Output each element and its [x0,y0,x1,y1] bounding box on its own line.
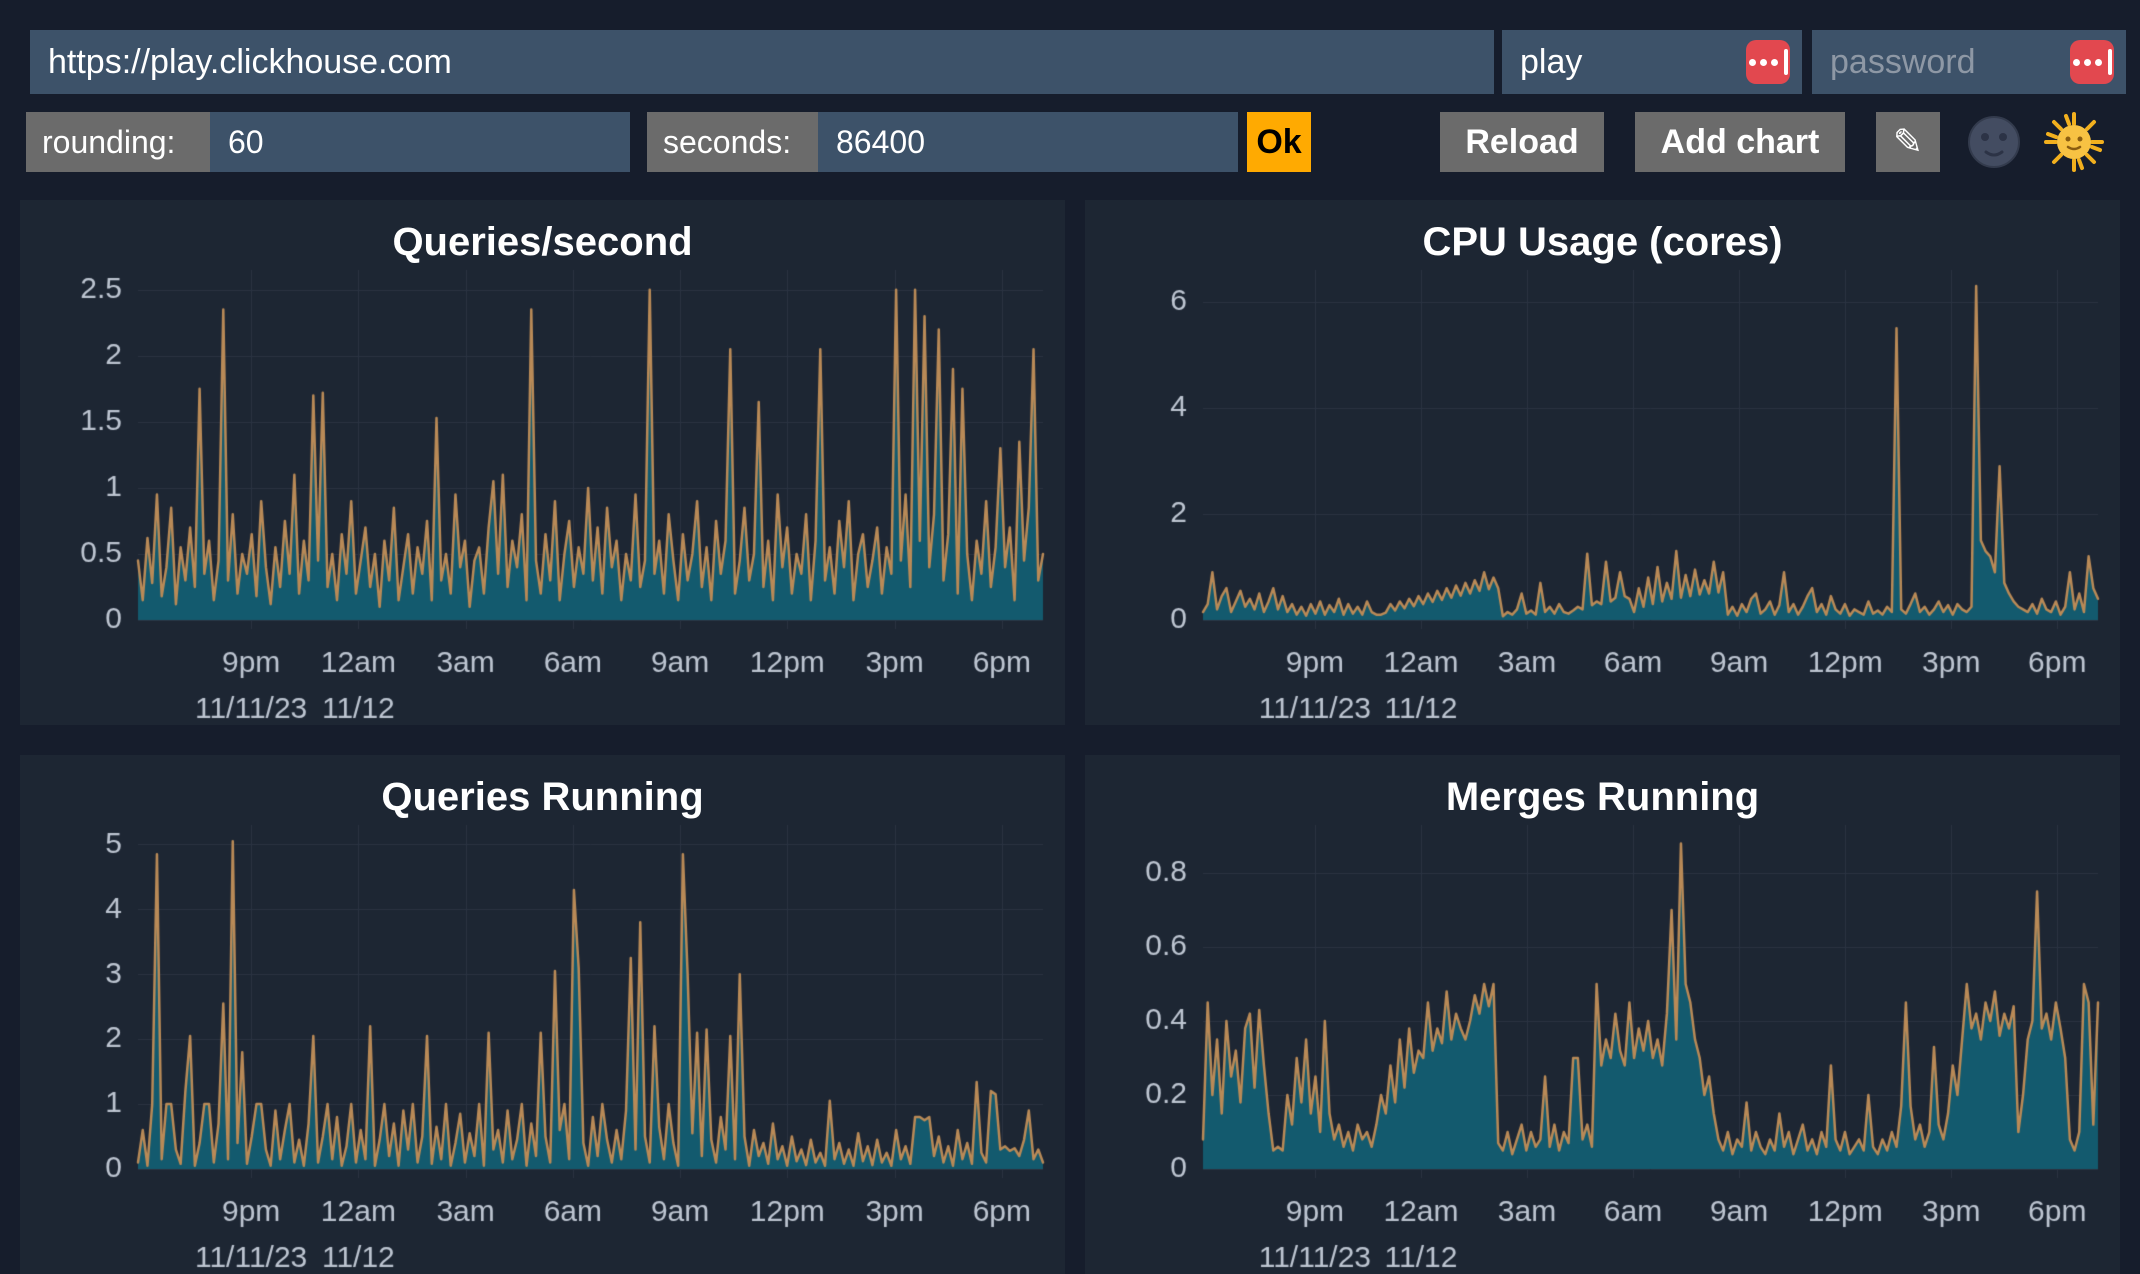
chart-canvas-queries-running[interactable] [20,755,1065,1274]
password-manager-autofill-icon[interactable] [2070,40,2114,84]
url-input[interactable] [30,30,1494,94]
rounding-label: rounding: [26,112,210,172]
reload-button[interactable]: Reload [1440,112,1604,172]
ok-button[interactable]: Ok [1247,112,1311,172]
dot-icon [2073,59,2080,66]
moon-face-icon [1966,114,2022,170]
seconds-input[interactable] [818,112,1238,172]
dark-theme-button[interactable] [1966,114,2022,170]
light-theme-button[interactable] [2044,112,2104,172]
chart-canvas-cpu-usage[interactable] [1085,200,2120,725]
chart-canvas-queries-per-second[interactable] [20,200,1065,725]
dot-icon [1749,59,1756,66]
chart-card-cpu-usage: CPU Usage (cores) [1085,200,2120,725]
chart-card-merges-running: Merges Running [1085,755,2120,1274]
dot-icon [2084,59,2091,66]
caret-icon [1784,49,1788,75]
dot-icon [1760,59,1767,66]
chart-canvas-merges-running[interactable] [1085,755,2120,1274]
sun-face-icon [2044,112,2104,172]
dashboard-page: rounding: seconds: Ok Reload Add chart ✎ [0,0,2140,1274]
chart-card-queries-running: Queries Running [20,755,1065,1274]
rounding-input[interactable] [210,112,630,172]
dot-icon [1771,59,1778,66]
dot-icon [2095,59,2102,66]
seconds-label: seconds: [647,112,818,172]
edit-charts-button[interactable]: ✎ [1876,112,1940,172]
add-chart-button[interactable]: Add chart [1635,112,1845,172]
pencil-icon: ✎ [1893,121,1923,163]
caret-icon [2108,49,2112,75]
chart-card-queries-per-second: Queries/second [20,200,1065,725]
password-manager-autofill-icon[interactable] [1746,40,1790,84]
